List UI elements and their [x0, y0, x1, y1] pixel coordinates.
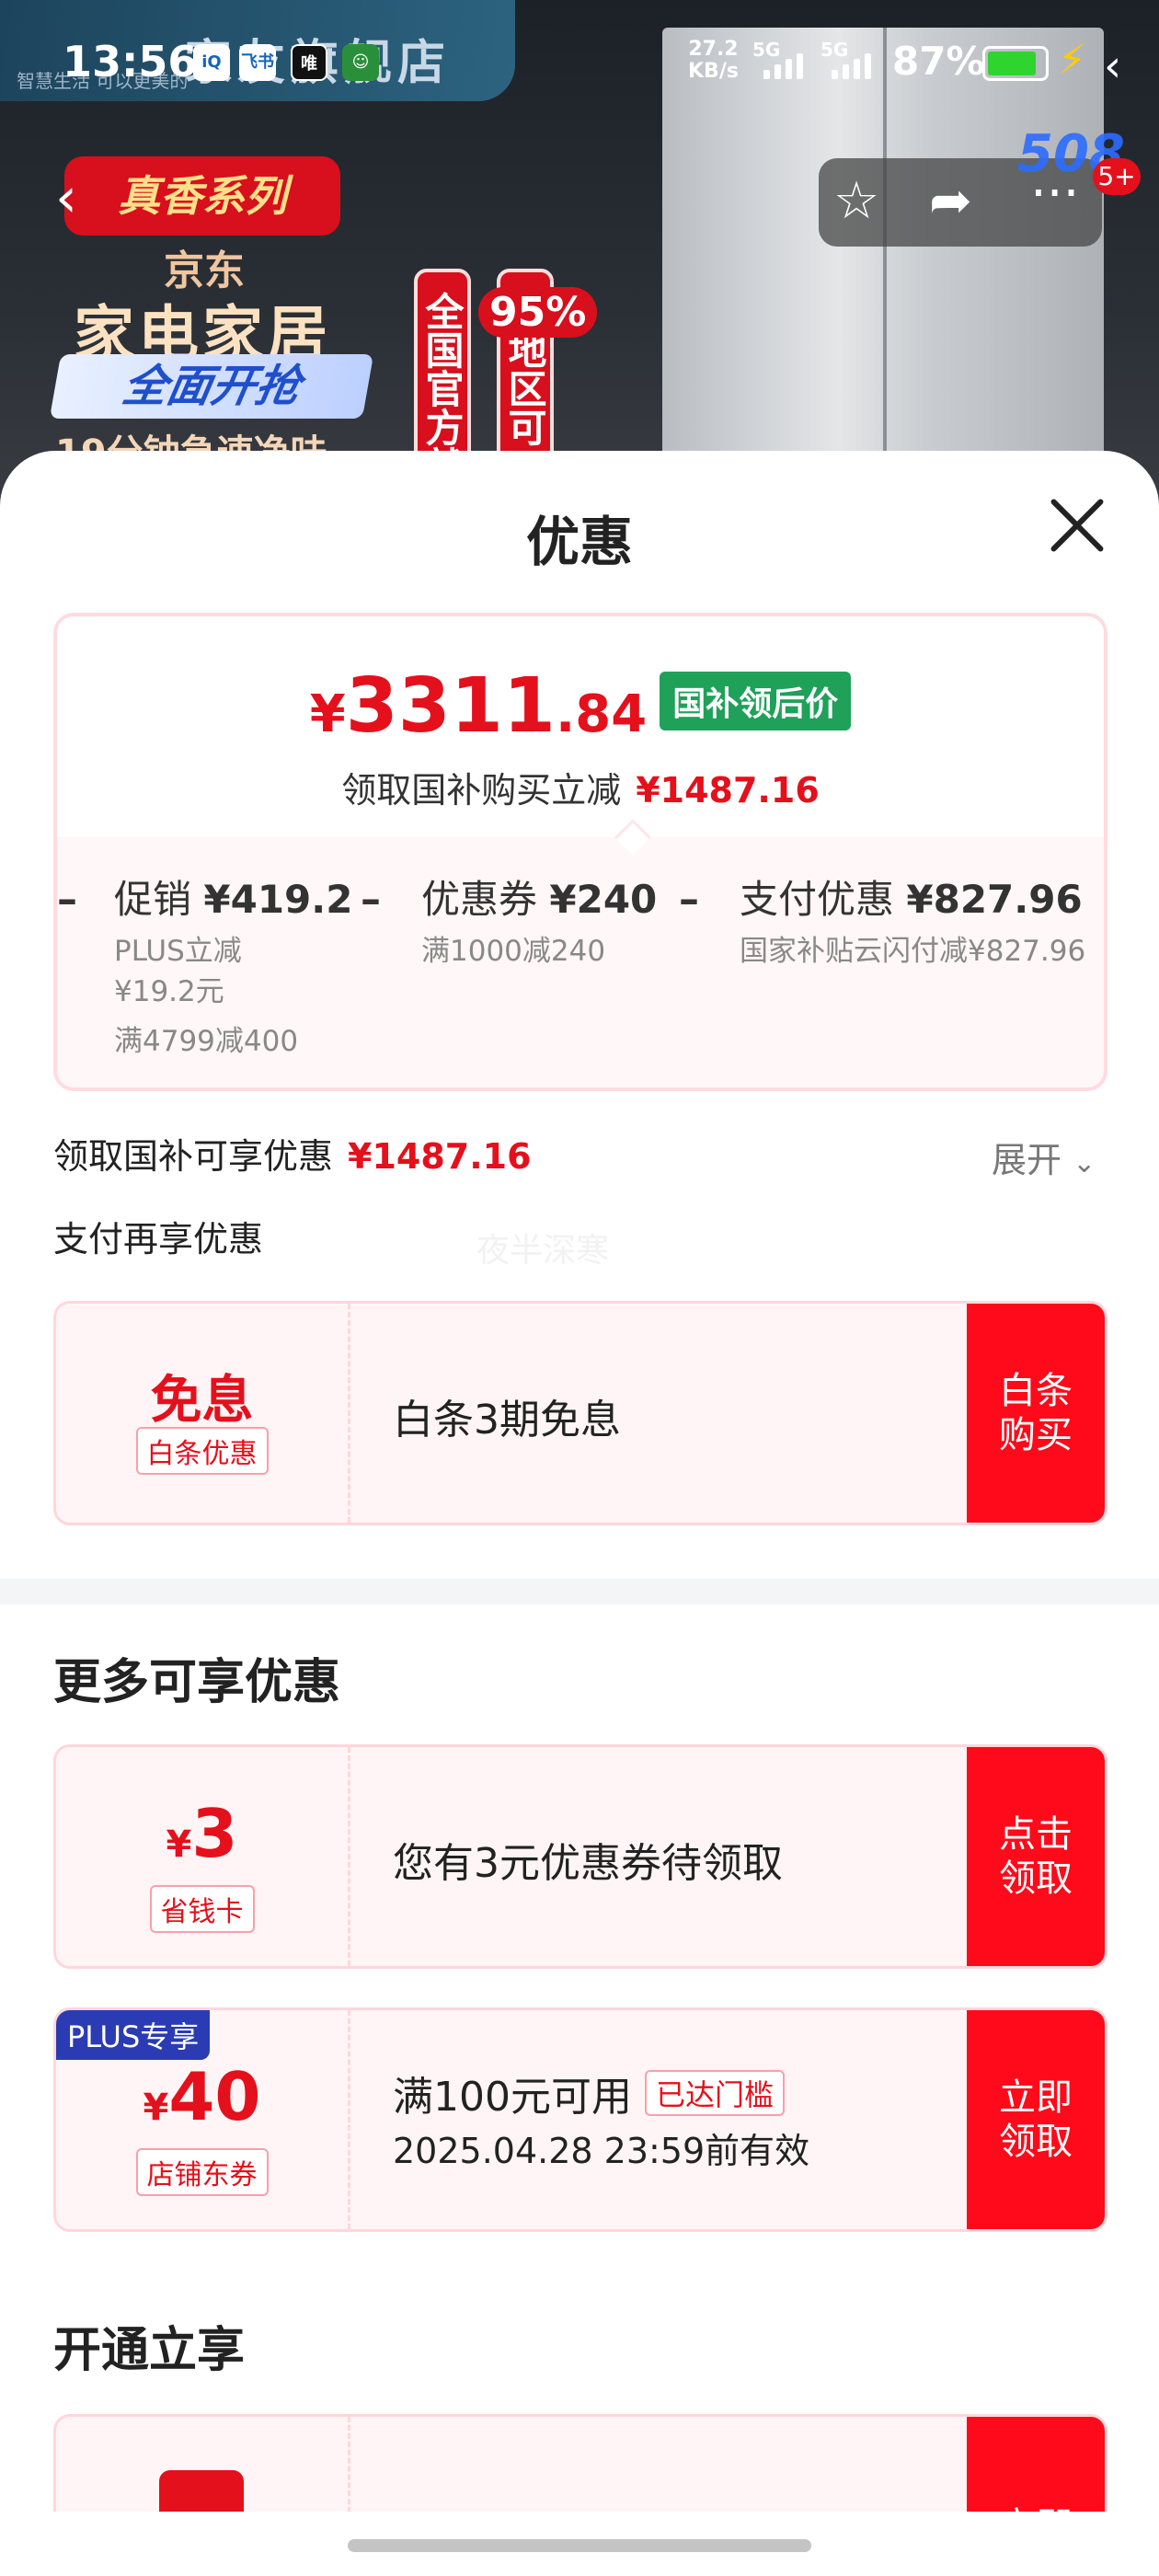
store-coupon: ¥40 店铺东券 PLUS专享 满100元可用 已达门槛 2025.04.28 2… [53, 2007, 1107, 2232]
net-speed-unit: KB/s [688, 60, 739, 83]
coupon-value: ¥3 [56, 1795, 348, 1872]
interest-free-label: 免息 [150, 1371, 254, 1431]
price-subtitle: 领取国补购买立减 ¥1487.16 [57, 762, 1104, 812]
coupon-tag: 省钱卡 [149, 1885, 255, 1933]
more-offers-title: 更多可享优惠 [53, 1655, 341, 1710]
percent-badge: 95% [478, 287, 598, 338]
membership-coupon: 免费领50.12元购物券 立即 [53, 2414, 1107, 2512]
breakdown-promo-sub-3: 满4799减400 [114, 1025, 299, 1058]
promo-banner: 全面开抢 [49, 354, 374, 419]
breakdown-promo: 促销 ¥419.2 [114, 868, 352, 925]
chevron-left-icon[interactable]: ‹ [1104, 40, 1121, 92]
open-enjoy-title: 开通立享 [53, 2323, 246, 2378]
chevron-down-icon: ⌄ [1073, 1147, 1096, 1179]
claim-coupon-button[interactable]: 点击 领取 [967, 1747, 1105, 1966]
sheet-title: 优惠 [525, 511, 633, 573]
claim-coupon-label: 点击 领取 [999, 1813, 1073, 1900]
coupon-left [56, 2417, 350, 2512]
threshold-badge: 已达门槛 [644, 2070, 785, 2116]
baitiao-offer-card: 免息 白条优惠 白条3期免息 白条 购买 [53, 1301, 1107, 1525]
app-icon-4: ☺ [342, 44, 379, 81]
discount-sheet: 优惠 ¥3311.84 国补领后价 领取国补购买立减 ¥1487.16 – 促销 ¥… [0, 451, 1159, 2512]
breakdown-promo-sub-2: ¥19.2元 [114, 975, 224, 1008]
back-icon[interactable]: ‹ [55, 166, 77, 230]
breakdown-promo-title: 促销 [114, 877, 192, 922]
coupon-value: ¥40 [56, 2058, 348, 2135]
breakdown-coupon-sub: 满1000减240 [421, 935, 606, 968]
minus-icon: – [361, 876, 381, 923]
star-icon[interactable]: ☆ [833, 171, 879, 231]
subsidy-label: 领取国补可享优惠 [53, 1136, 334, 1177]
claim-now-button[interactable]: 立即 领取 [967, 2010, 1105, 2229]
share-icon[interactable]: ➦ [929, 171, 972, 231]
signal-icon-2 [832, 53, 871, 79]
breakdown-payment-amount: ¥827.96 [906, 877, 1083, 922]
price-subtitle-amount: ¥1487.16 [636, 770, 820, 811]
baitiao-buy-button[interactable]: 白条 购买 [967, 1304, 1105, 1523]
breakdown-payment-title: 支付优惠 [740, 877, 895, 922]
expand-toggle[interactable]: 展开 ⌄ [992, 1132, 1096, 1182]
baitiao-buy-label: 白条 购买 [999, 1370, 1073, 1456]
watermark: 夜半深寒 [476, 1232, 610, 1270]
baitiao-tag: 白条优惠 [135, 1427, 269, 1475]
app-icon-3: 唯 [291, 44, 327, 81]
more-icon[interactable]: ··· [1030, 164, 1079, 224]
coupon-expiry: 2025.04.28 23:59前有效 [393, 2131, 810, 2171]
app-icon-2: 飞书 [239, 44, 276, 81]
breakdown-promo-amount: ¥419.2 [203, 877, 353, 922]
coupon-description: 您有3元优惠券待领取 [393, 1840, 783, 1887]
savings-card-coupon: ¥3 省钱卡 您有3元优惠券待领取 点击 领取 [53, 1744, 1107, 1969]
battery-percent: 87% [892, 39, 985, 84]
promo-series-label: 真香系列 [64, 156, 340, 236]
app-icon-1: iQ [193, 44, 230, 81]
clock: 13:56 [63, 37, 198, 86]
section-divider [0, 1579, 1159, 1604]
price-subtitle-text: 领取国补购买立减 [341, 770, 622, 811]
coupon-currency: ¥ [166, 1823, 192, 1866]
open-now-label: 立即 [999, 2504, 1073, 2512]
coupon-currency: ¥ [143, 2087, 169, 2129]
battery-icon [982, 46, 1049, 81]
coupon-condition: 满100元可用 已达门槛 [393, 2064, 785, 2122]
breakdown-coupon-title: 优惠券 [421, 877, 538, 922]
close-button[interactable] [1039, 488, 1115, 563]
price-integer: 3311 [345, 662, 556, 750]
pay-more-label: 支付再享优惠 [53, 1219, 264, 1259]
price-decimal: .84 [555, 684, 648, 744]
coupon-left: ¥3 省钱卡 [56, 1747, 350, 1966]
subsidy-price-tag: 国补领后价 [660, 672, 852, 730]
open-now-button[interactable]: 立即 [967, 2417, 1105, 2512]
breakdown-coupon: 优惠券 ¥240 [421, 868, 657, 925]
final-price: ¥3311.84 国补领后价 [57, 662, 1104, 750]
charging-icon: ⚡ [1058, 37, 1086, 84]
notification-badge: 5+ [1093, 158, 1141, 195]
breakdown-promo-sub-1: PLUS立减 [114, 935, 242, 968]
subsidy-row: 领取国补可享优惠 ¥1487.16 [53, 1128, 532, 1179]
expand-label: 展开 [992, 1140, 1062, 1180]
breakdown-coupon-amount: ¥240 [549, 877, 658, 922]
coupon-amount: 3 [191, 1795, 238, 1872]
subsidy-amount: ¥1487.16 [348, 1136, 532, 1177]
coupon-left: 免息 白条优惠 [56, 1304, 350, 1523]
baitiao-description: 白条3期免息 [393, 1397, 621, 1443]
coupon-amount: 40 [168, 2058, 261, 2135]
coupon-tag: 店铺东券 [135, 2148, 269, 2196]
price-summary-card: ¥3311.84 国补领后价 领取国补购买立减 ¥1487.16 – 促销 ¥419… [53, 613, 1107, 1091]
minus-icon: – [679, 876, 699, 923]
plus-exclusive-tag: PLUS专享 [56, 2010, 211, 2060]
minus-icon: – [57, 876, 77, 923]
status-bar: 13:56 iQ 飞书 唯 ☺ 27.2 KB/s 5G 5G 87% ⚡ ‹ [0, 0, 1159, 129]
home-indicator[interactable] [348, 2539, 811, 2552]
signal-icon-1 [763, 53, 803, 79]
net-speed-value: 27.2 [688, 38, 739, 61]
breakdown-payment: 支付优惠 ¥827.96 [740, 868, 1083, 925]
breakdown-payment-sub: 国家补贴云闪付减¥827.96 [740, 935, 1086, 968]
membership-description: 免费领50.12元购物券 [393, 2500, 792, 2512]
price-currency: ¥ [309, 684, 346, 744]
coupon-condition-text: 满100元可用 [393, 2074, 632, 2121]
discount-breakdown: – 促销 ¥419.2 PLUS立减 ¥19.2元 满4799减400 – 优惠… [57, 856, 1104, 1087]
claim-now-label: 立即 领取 [999, 2076, 1073, 2163]
net-speed: 27.2 KB/s [688, 39, 739, 83]
membership-logo-icon [159, 2470, 244, 2512]
